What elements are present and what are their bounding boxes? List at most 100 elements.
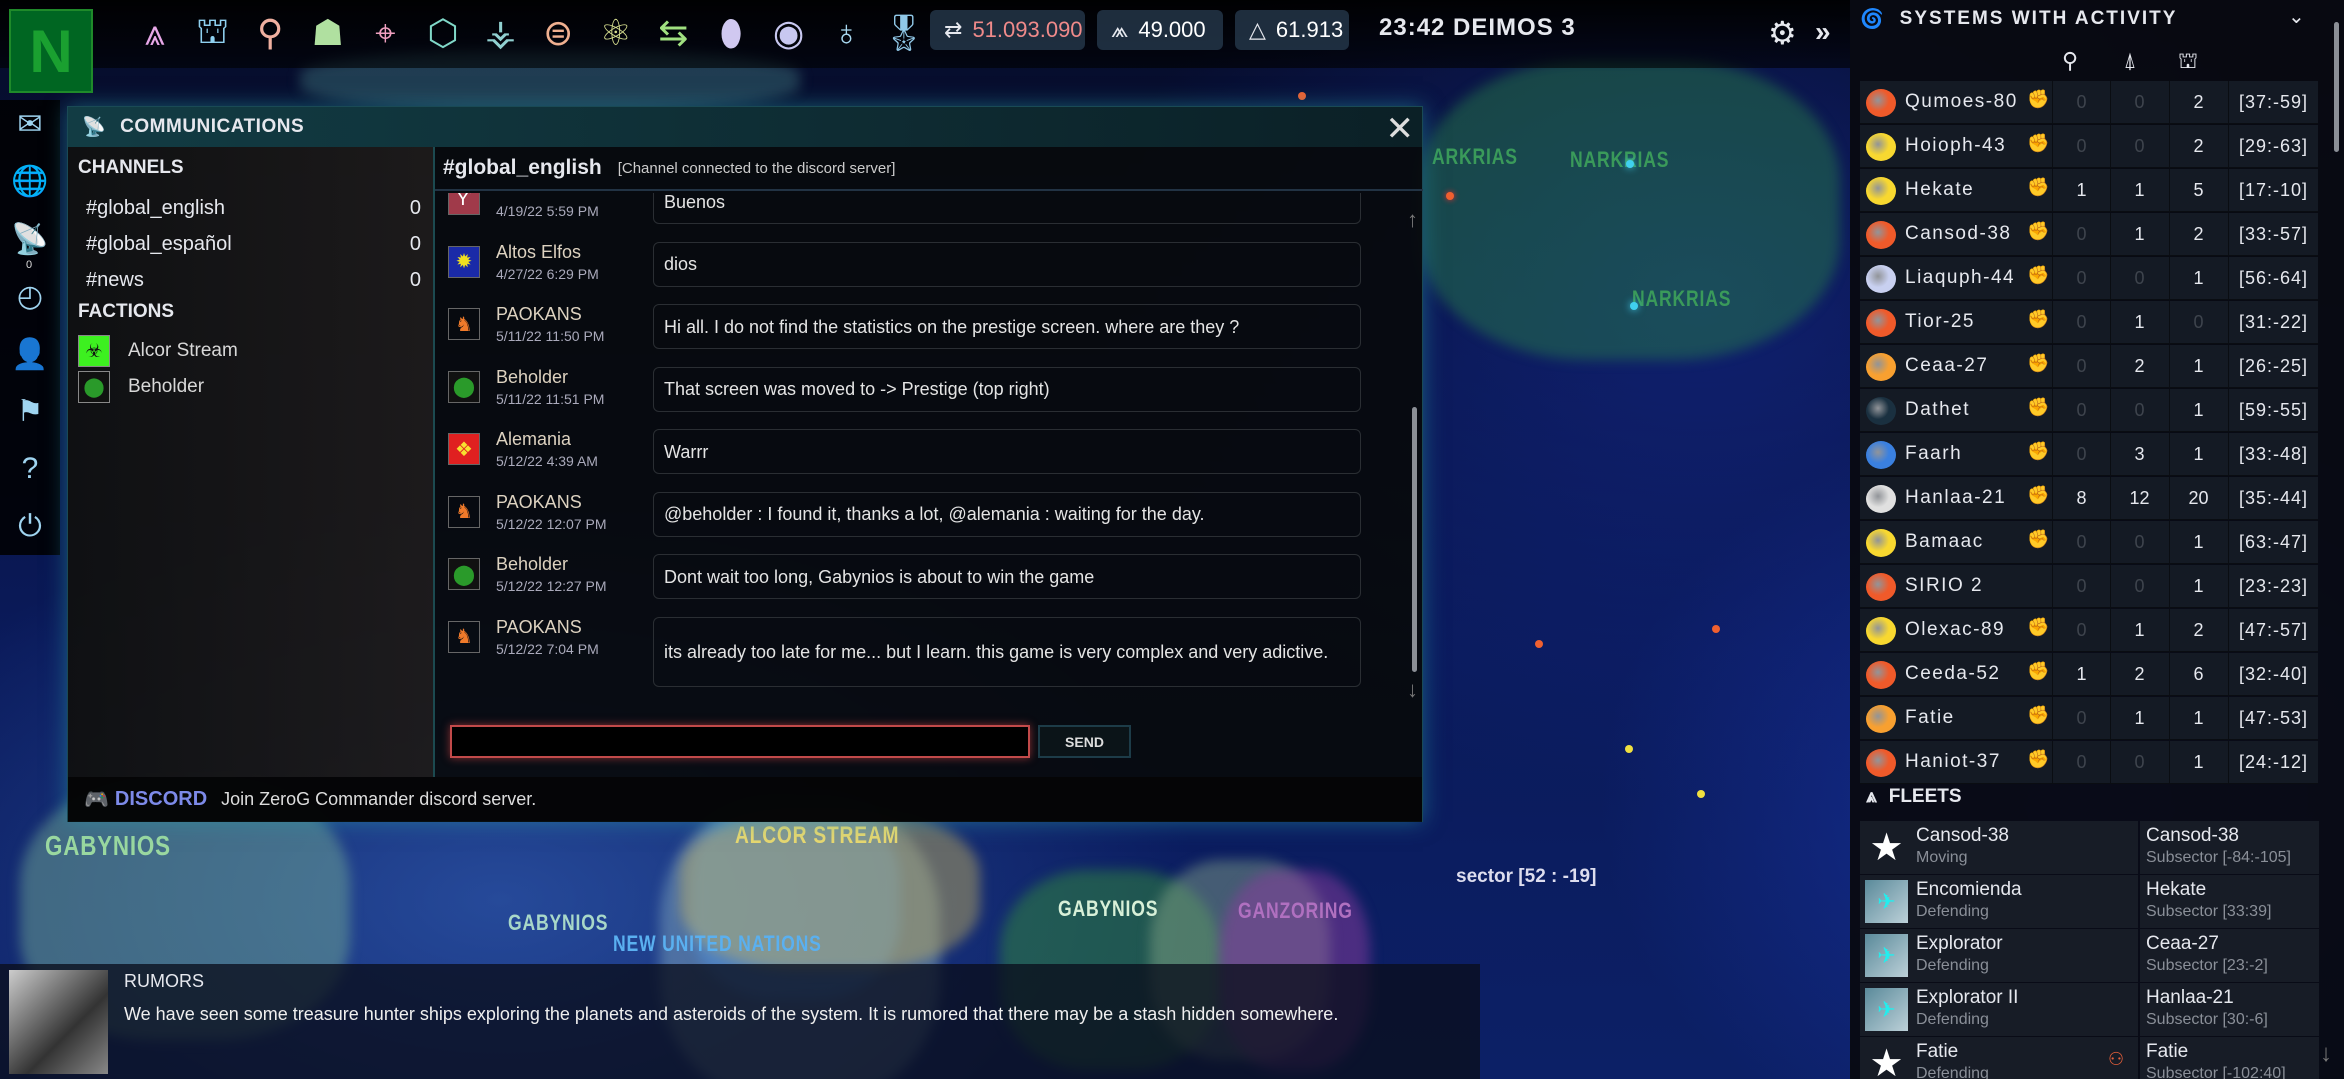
fleet-location[interactable]: Hekate Subsector [33:39] [2140,875,2319,928]
fleet-row[interactable]: ✈ Explorator Defending Ceaa-27 Subsector [23… [1860,929,2319,982]
message-author[interactable]: Beholder [496,367,568,388]
scroll-down-arrow-icon[interactable]: ↓ [2320,1040,2332,1068]
news-icon[interactable]: 🌐 [10,162,50,202]
eye-icon[interactable]: ◉ [766,10,812,56]
fleet-info[interactable]: ★ Fatie Defending ⚇ [1860,1037,2138,1079]
star-system[interactable] [1298,92,1306,100]
system-row[interactable]: Cansod-38 ✊ 0 1 2 [33:-57] [1860,213,2318,256]
star-system[interactable] [1712,625,1720,633]
fleets-header[interactable]: ⩓ FLEETS [1866,786,1962,808]
discord-banner[interactable]: 🎮 DISCORD Join ZeroG Commander discord se… [68,777,1422,822]
fleet-row[interactable]: ★ Fatie Defending ⚇ Fatie Subsector [-102:40] [1860,1037,2319,1079]
system-row[interactable]: Hanlaa-21 ✊ 8 12 20 [35:-44] [1860,477,2318,520]
acorn-icon[interactable]: ⬮ [708,10,754,56]
faction-item[interactable]: ☣ Alcor Stream [78,335,238,367]
settings-gear-icon[interactable]: ⚙ [1768,14,1797,52]
planet-icon[interactable]: ♁ [823,10,869,56]
system-row[interactable]: Qumoes-80 ✊ 0 0 2 [37:-59] [1860,81,2318,124]
system-count: 0 [2052,389,2110,432]
atom-icon[interactable]: ⚛ [593,10,639,56]
message-author[interactable]: PAOKANS [496,492,582,513]
systems-scrollbar[interactable] [2333,8,2341,778]
channel-item[interactable]: #news 0 [86,269,421,292]
scroll-down-arrow-icon[interactable]: ↓ [1407,677,1418,703]
star-system[interactable] [1697,790,1705,798]
close-icon[interactable]: ✕ [1386,109,1415,149]
message-author[interactable]: Alemania [496,429,571,450]
scroll-up-arrow-icon[interactable]: ↑ [1407,207,1418,233]
system-row[interactable]: Haniot-37 ✊ 0 0 1 [24:-12] [1860,741,2318,784]
target-icon[interactable]: ⌖ [362,10,408,56]
fleet-location[interactable]: Cansod-38 Subsector [-84:-105] [2140,821,2319,874]
system-row[interactable]: Hoioph-43 ✊ 0 0 2 [29:-63] [1860,125,2318,168]
system-row[interactable]: Bamaac ✊ 0 0 1 [63:-47] [1860,521,2318,564]
system-row[interactable]: Dathet ✊ 0 0 1 [59:-55] [1860,389,2318,432]
resource-population[interactable]: ⩕ 49.000 [1097,10,1223,50]
star-system[interactable] [1626,160,1634,168]
fleet-info[interactable]: ✈ Explorator II Defending [1860,983,2138,1036]
faction-logo[interactable]: N [9,9,93,93]
trade-icon[interactable]: ⇆ [650,10,696,56]
fleet-row[interactable]: ✈ Explorator II Defending Hanlaa-21 Subsecto… [1860,983,2319,1036]
scrollbar-thumb[interactable] [1412,407,1417,672]
fleet-info[interactable]: ✈ Encomienda Defending [1860,875,2138,928]
support-icon[interactable]: 👤 [10,334,50,374]
star-system[interactable] [1535,640,1543,648]
star-system[interactable] [1625,745,1633,753]
system-row[interactable]: Ceeda-52 ✊ 1 2 6 [32:-40] [1860,653,2318,696]
medal-icon[interactable]: 🎖 [881,10,927,56]
message-input[interactable] [450,725,1030,758]
fleet-info[interactable]: ✈ Explorator Defending [1860,929,2138,982]
fleet-info[interactable]: ★ Cansod-38 Moving [1860,821,2138,874]
message-author[interactable]: PAOKANS [496,617,582,638]
power-icon[interactable]: ⏻ [10,507,50,547]
communications-icon[interactable]: 📡 [10,219,50,259]
fleets-column-icon[interactable]: ⛫ [2168,48,2208,77]
chat-scrollbar[interactable]: ↑ ↓ [1407,207,1423,702]
channel-item[interactable]: #global_english 0 [86,197,421,220]
system-row[interactable]: Hekate ✊ 1 1 5 [17:-10] [1860,169,2318,212]
star-system[interactable] [1446,192,1454,200]
send-button[interactable]: SEND [1038,725,1131,758]
fleets-icon[interactable]: ⩓ [132,10,178,56]
resource-credits[interactable]: ⇄ 51.093.090 [930,10,1085,50]
message-list[interactable]: Ƴ 4/19/22 5:59 PM Buenos ✹ Altos Elfos 4/27/2… [435,193,1395,693]
system-row[interactable]: Olexac-89 ✊ 0 1 2 [47:-57] [1860,609,2318,652]
mail-icon[interactable]: ✉ [10,104,50,144]
scrollbar-thumb[interactable] [2334,22,2339,152]
expand-panel-icon[interactable]: » [1815,16,1831,48]
resource-prestige[interactable]: △ 61.913 [1235,10,1349,50]
message-author[interactable]: PAOKANS [496,304,582,325]
system-row[interactable]: SIRIO 2 0 0 1 [23:-23] [1860,565,2318,608]
fleet-row[interactable]: ★ Cansod-38 Moving Cansod-38 Subsector [-84:… [1860,821,2319,874]
network-icon[interactable]: ⬡ [420,10,466,56]
help-icon[interactable]: ? [10,449,50,489]
research-icon[interactable]: ⚲ [247,10,293,56]
ships-column-icon[interactable]: ⍋ [2110,48,2150,74]
tree-icon[interactable]: ⚶ [478,10,524,56]
fleet-location[interactable]: Fatie Subsector [-102:40] [2140,1037,2319,1079]
star-system[interactable] [1630,302,1638,310]
collapse-chevron-icon[interactable]: ⌄ [2288,4,2305,29]
message-author[interactable]: Beholder [496,554,568,575]
fleet-location[interactable]: Ceaa-27 Subsector [23:-2] [2140,929,2319,982]
system-row[interactable]: Ceaa-27 ✊ 0 2 1 [26:-25] [1860,345,2318,388]
system-row[interactable]: Faarh ✊ 0 3 1 [33:-48] [1860,433,2318,476]
system-row[interactable]: Fatie ✊ 0 1 1 [47:-53] [1860,697,2318,740]
history-icon[interactable]: ◴ [10,277,50,317]
system-row[interactable]: Liaquph-44 ✊ 0 0 1 [56:-64] [1860,257,2318,300]
discord-join-link[interactable]: Join ZeroG Commander discord server. [221,789,536,810]
circuit-icon[interactable]: ⊜ [535,10,581,56]
systems-header[interactable]: 🌀 SYSTEMS WITH ACTIVITY [1860,0,2330,38]
channel-item[interactable]: #global_español 0 [86,233,421,256]
planets-column-icon[interactable]: ⚲ [2050,48,2090,74]
defense-icon[interactable]: ☗ [305,10,351,56]
flag-icon[interactable]: ⚑ [10,392,50,432]
message-author[interactable]: Altos Elfos [496,242,581,263]
fleet-row[interactable]: ✈ Encomienda Defending Hekate Subsector [33:… [1860,875,2319,928]
fleet-location[interactable]: Hanlaa-21 Subsector [30:-6] [2140,983,2319,1036]
ships-icon[interactable]: ⛫ [190,10,236,56]
faction-item[interactable]: ⬤ Beholder [78,371,204,403]
system-row[interactable]: Tior-25 ✊ 0 1 0 [31:-22] [1860,301,2318,344]
window-title-bar[interactable]: 📡 COMMUNICATIONS [68,107,1422,147]
